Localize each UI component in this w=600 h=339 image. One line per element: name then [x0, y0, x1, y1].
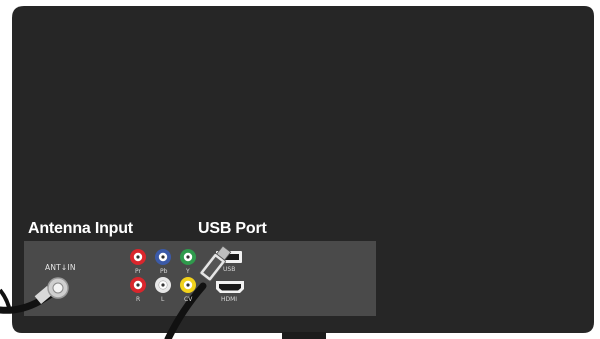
hdmi-port-jack-label: HDMI	[221, 296, 238, 303]
jack-y	[180, 249, 196, 265]
usb-port-label: USB Port	[198, 220, 267, 237]
jack-pr-label: Pr	[135, 268, 141, 275]
jack-l-label: L	[161, 296, 165, 303]
jack-cvbs-label: CV	[184, 296, 193, 303]
ant-in-label: ANT↓IN	[45, 263, 76, 272]
jack-pb	[155, 249, 171, 265]
jack-cvbs	[180, 277, 196, 293]
jack-l	[155, 277, 171, 293]
jack-pr	[130, 249, 146, 265]
usb-port-jack-label: USB	[223, 266, 236, 273]
jack-r-label: R	[136, 296, 141, 303]
hdmi-port	[216, 281, 244, 293]
tv-rear-diagram	[0, 6, 594, 339]
jack-pb-label: Pb	[160, 268, 168, 275]
jack-y-label: Y	[186, 268, 190, 275]
jack-r	[130, 277, 146, 293]
connector-panel	[24, 241, 376, 316]
antenna-input-label: Antenna Input	[28, 220, 133, 237]
stand-tab	[282, 332, 326, 339]
